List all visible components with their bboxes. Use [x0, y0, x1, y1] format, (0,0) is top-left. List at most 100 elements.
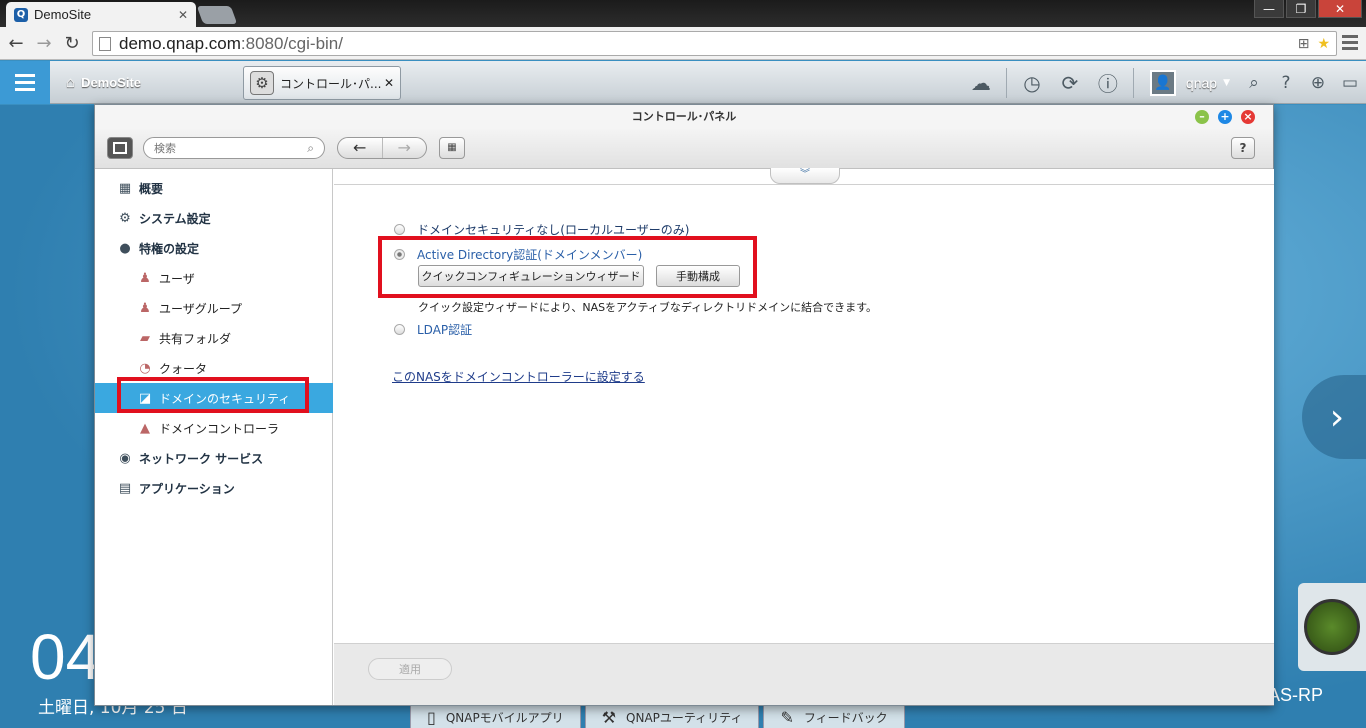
main-menu-button[interactable] — [0, 61, 50, 104]
sidebar-item-system-settings[interactable]: ⚙ システム設定 — [95, 203, 332, 233]
close-window-button[interactable]: ✕ — [1318, 0, 1362, 18]
radio-ldap[interactable] — [394, 324, 405, 335]
window-toolbar: ⌕ ← → ▦ ? — [95, 129, 1273, 169]
chevron-down-icon[interactable]: ▼ — [1223, 78, 1230, 88]
reload-icon[interactable]: ↻ — [60, 33, 84, 54]
chevron-down-icon[interactable]: ︾ — [770, 168, 840, 184]
set-domain-controller-link[interactable]: このNASをドメインコントローラーに設定する — [392, 368, 645, 385]
sidebar-item-applications[interactable]: ▤ アプリケーション — [95, 473, 332, 503]
gauge-icon — [1304, 599, 1360, 655]
footer-bar: 適用 — [334, 643, 1274, 705]
forward-button[interactable]: → — [381, 138, 427, 158]
url-text: demo.qnap.com:8080/cgi-bin/ — [119, 34, 343, 54]
phone-icon: ▯ — [427, 707, 436, 727]
desktop-clock: 04 — [30, 621, 102, 693]
sidebar-toggle-button[interactable] — [107, 137, 133, 159]
option-ldap[interactable]: LDAP認証 — [394, 321, 472, 338]
hammer-icon: ⚒ — [601, 707, 617, 727]
address-bar-actions: ⊞ ★ — [1298, 36, 1330, 52]
sidebar-item-privilege-settings[interactable]: ● 特権の設定 — [95, 233, 332, 263]
group-icon: ♟ — [139, 300, 151, 316]
avatar[interactable]: 👤 — [1149, 69, 1176, 96]
gear-icon: ⚙ — [119, 210, 131, 226]
bookmark-star-icon[interactable]: ★ — [1317, 36, 1330, 52]
wizard-description: クイック設定ウィザードにより、NASをアクティブなディレクトリドメインに結合でき… — [418, 301, 877, 314]
browser-tab[interactable]: Q DemoSite ✕ — [6, 2, 196, 27]
radio-no-domain[interactable] — [394, 224, 405, 235]
new-tab-button[interactable] — [196, 6, 238, 24]
desktop-right-label: AS-RP — [1268, 685, 1324, 705]
search-icon[interactable]: ⌕ — [1238, 73, 1270, 93]
window-controls: — ❐ ✕ — [1254, 0, 1362, 18]
home-icon: ⌂ — [66, 74, 76, 91]
help-icon[interactable]: ? — [1270, 73, 1302, 93]
browser-menu-icon[interactable] — [1342, 35, 1358, 53]
highlight-box-ad-options — [378, 236, 757, 298]
history-nav: ← → — [337, 137, 427, 159]
application-icon: ▤ — [118, 480, 132, 496]
maximize-button[interactable]: ❐ — [1286, 0, 1316, 18]
window-close-button[interactable]: × — [1241, 110, 1255, 124]
tab-strip: ︾ — [334, 168, 1274, 185]
browser-tab-close-icon[interactable]: ✕ — [178, 8, 188, 22]
app-tab-close-icon[interactable]: ✕ — [384, 76, 394, 90]
search-input[interactable] — [154, 141, 308, 155]
window-buttons: – + × — [1195, 110, 1255, 124]
sync-icon[interactable]: ⟳ — [1051, 71, 1089, 95]
user-name[interactable]: qnap — [1186, 75, 1217, 91]
sidebar-item-users[interactable]: ♟ ユーザ — [95, 263, 332, 293]
sidebar-item-shared-folders[interactable]: ▰ 共有フォルダ — [95, 323, 332, 353]
url-host: demo.qnap.com — [119, 33, 241, 53]
highlight-box-domain-security — [117, 377, 309, 413]
domain-controller-icon: ▲ — [140, 420, 150, 436]
clock-icon[interactable]: ◷ — [1013, 71, 1051, 95]
window-minimize-button[interactable]: – — [1195, 110, 1209, 124]
folder-icon: ▰ — [140, 330, 150, 346]
network-icon: ◉ — [119, 450, 131, 466]
app-tab-control-panel[interactable]: ⚙ コントロール･パ... ✕ — [243, 66, 401, 100]
browser-tab-title: DemoSite — [34, 7, 92, 22]
globe-icon[interactable]: ⊕ — [1302, 73, 1334, 93]
qnap-topbar: ⌂ DemoSite ⚙ コントロール･パ... ✕ ☁ ◷ ⟳ ⓘ 👤 qna… — [0, 61, 1366, 104]
forward-icon[interactable]: → — [32, 33, 56, 54]
option-ldap-label: LDAP認証 — [417, 323, 473, 337]
info-icon[interactable]: ⓘ — [1089, 68, 1127, 97]
sidebar-item-network-services[interactable]: ◉ ネットワーク サービス — [95, 443, 332, 473]
apply-button[interactable]: 適用 — [368, 658, 452, 680]
overview-icon: ▦ — [118, 180, 132, 196]
sidebar: ▦ 概要 ⚙ システム設定 ● 特権の設定 ♟ ユーザ ♟ ユーザグループ ▰ 共有フォルダ… — [95, 169, 333, 705]
help-button[interactable]: ? — [1231, 137, 1255, 159]
window-title: コントロール･パネル — [631, 110, 737, 123]
search-box: ⌕ — [143, 137, 325, 159]
back-button[interactable]: ← — [338, 138, 382, 158]
user-icon: ● — [119, 240, 131, 256]
home-label: DemoSite — [81, 75, 142, 90]
resource-monitor-widget[interactable] — [1298, 583, 1366, 671]
page-icon — [99, 36, 111, 51]
qnap-favicon-icon: Q — [14, 7, 28, 22]
control-panel-gear-icon: ⚙ — [250, 71, 274, 95]
cloud-icon[interactable]: ☁ — [962, 71, 1000, 95]
sidebar-item-user-groups[interactable]: ♟ ユーザグループ — [95, 293, 332, 323]
translate-icon[interactable]: ⊞ — [1298, 36, 1310, 52]
quota-icon: ◔ — [139, 360, 151, 376]
home-button[interactable]: ⌂ DemoSite — [66, 74, 141, 91]
sidebar-item-overview[interactable]: ▦ 概要 — [95, 173, 332, 203]
next-page-arrow-icon[interactable]: › — [1302, 375, 1366, 459]
url-rest: :8080/cgi-bin/ — [240, 33, 343, 53]
minimize-button[interactable]: — — [1254, 0, 1284, 18]
back-icon[interactable]: ← — [4, 33, 28, 54]
user-icon: ♟ — [139, 270, 151, 286]
app-grid-button[interactable]: ▦ — [439, 137, 465, 159]
window-maximize-button[interactable]: + — [1218, 110, 1232, 124]
edit-icon: ✎ — [780, 707, 794, 727]
monitor-icon[interactable]: ▭ — [1334, 73, 1366, 93]
search-icon[interactable]: ⌕ — [307, 141, 314, 156]
sidebar-item-domain-controller[interactable]: ▲ ドメインコントローラ — [95, 413, 332, 443]
address-bar[interactable]: demo.qnap.com:8080/cgi-bin/ ⊞ ★ — [92, 31, 1337, 56]
browser-toolbar: ← → ↻ demo.qnap.com:8080/cgi-bin/ ⊞ ★ — [0, 27, 1366, 60]
app-tab-label: コントロール･パ... — [280, 76, 382, 91]
browser-tabbar: Q DemoSite ✕ — ❐ ✕ — [0, 0, 1366, 27]
topbar-icons: ☁ ◷ ⟳ ⓘ 👤 qnap ▼ ⌕ ? ⊕ ▭ — [962, 61, 1366, 104]
window-title-bar: コントロール･パネル – + × — [95, 105, 1273, 129]
